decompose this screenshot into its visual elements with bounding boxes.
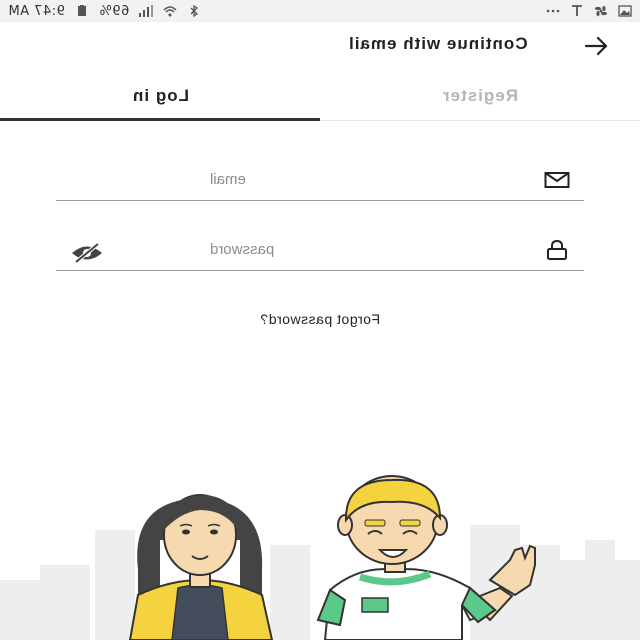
auth-tabs: Log in Register xyxy=(0,72,640,121)
email-input[interactable] xyxy=(208,170,512,189)
lock-icon xyxy=(547,240,567,260)
tab-register-label: Register xyxy=(441,86,519,105)
page-title: Continue with email xyxy=(348,34,528,53)
city-skyline-icon xyxy=(0,525,640,640)
status-time: 9:47 AM xyxy=(8,3,65,19)
tab-log-in[interactable]: Log in xyxy=(0,72,320,121)
image-icon xyxy=(618,5,632,17)
app-bar: Continue with email xyxy=(0,22,640,70)
more-icon xyxy=(546,9,560,13)
status-right xyxy=(546,5,632,17)
forgot-password-link[interactable]: Forgot password? xyxy=(0,311,640,327)
illustration xyxy=(0,475,640,640)
battery-icon xyxy=(77,5,86,16)
email-field xyxy=(56,160,584,201)
status-bar: 9:47 AM 69% xyxy=(0,0,640,22)
woman-avatar-icon xyxy=(128,494,274,640)
envelope-icon xyxy=(544,172,570,188)
tab-register[interactable]: Register xyxy=(320,72,640,120)
password-input[interactable] xyxy=(208,240,512,259)
status-left: 9:47 AM 69% xyxy=(8,4,201,19)
arrow-icon[interactable] xyxy=(584,36,610,56)
signal-icon xyxy=(139,5,154,17)
wifi-icon xyxy=(163,6,177,17)
eye-off-icon[interactable] xyxy=(70,242,104,264)
fan-icon xyxy=(595,5,607,17)
tab-log-in-label: Log in xyxy=(131,86,189,105)
status-battery: 69% xyxy=(98,3,130,19)
t-icon xyxy=(572,5,582,16)
password-field xyxy=(56,230,584,271)
forgot-password-label: Forgot password? xyxy=(259,311,381,327)
bluetooth-icon xyxy=(190,5,199,17)
